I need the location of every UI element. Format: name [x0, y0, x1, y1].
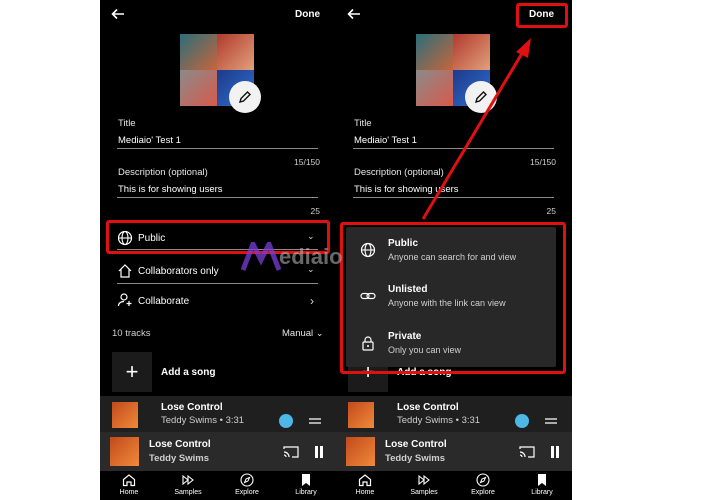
watermark-m-icon — [241, 242, 281, 271]
arrowhead-icon — [516, 38, 531, 58]
watermark-text: ediaio — [279, 244, 343, 269]
watermark-logo: ediaio — [241, 240, 371, 274]
